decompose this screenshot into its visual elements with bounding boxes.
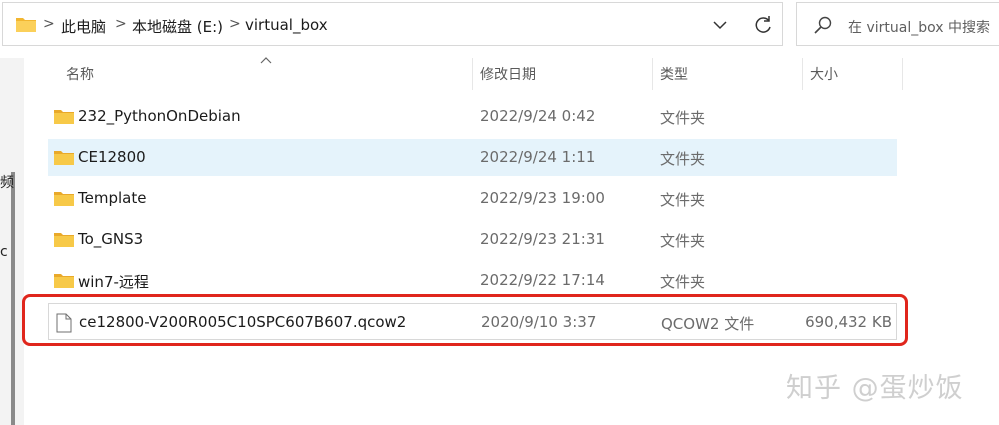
watermark: 知乎 @蛋炒饭 <box>786 373 964 404</box>
file-name: 232_PythonOnDebian <box>78 107 241 125</box>
folder-icon <box>54 151 74 165</box>
sort-ascending-icon <box>260 57 272 64</box>
search-input[interactable]: 在 virtual_box 中搜索 <box>848 17 990 37</box>
file-row[interactable]: To_GNS3 2022/9/23 21:31 文件夹 <box>48 221 897 258</box>
column-header-size[interactable]: 大小 <box>810 64 838 84</box>
folder-icon <box>54 274 74 288</box>
file-date: 2022/9/22 17:14 <box>480 271 605 289</box>
column-divider[interactable] <box>902 58 903 90</box>
folder-icon <box>54 233 74 247</box>
column-header-type[interactable]: 类型 <box>660 64 688 84</box>
column-header-name[interactable]: 名称 <box>66 64 94 84</box>
column-divider[interactable] <box>652 58 653 90</box>
column-header-date[interactable]: 修改日期 <box>480 64 536 84</box>
nav-item-fragment[interactable]: 频 <box>0 172 14 192</box>
breadcrumb-virtual-box[interactable]: virtual_box <box>245 16 328 34</box>
highlight-annotation <box>22 294 908 346</box>
file-date: 2022/9/23 21:31 <box>480 230 605 248</box>
file-row[interactable]: Template 2022/9/23 19:00 文件夹 <box>48 180 897 217</box>
search-box[interactable]: 在 virtual_box 中搜索 <box>796 2 999 46</box>
file-row[interactable]: CE12800 2022/9/24 1:11 文件夹 <box>48 139 897 176</box>
file-name: To_GNS3 <box>78 230 144 248</box>
column-divider[interactable] <box>802 58 803 90</box>
breadcrumb-drive-e[interactable]: 本地磁盘 (E:) <box>132 16 223 37</box>
file-date: 2022/9/23 19:00 <box>480 189 605 207</box>
file-type: 文件夹 <box>660 273 706 291</box>
breadcrumb-separator: > <box>115 16 127 32</box>
folder-icon <box>54 110 74 124</box>
refresh-icon[interactable] <box>751 13 775 37</box>
chevron-down-icon[interactable] <box>709 15 731 35</box>
file-name: CE12800 <box>78 148 146 166</box>
breadcrumb-separator: > <box>229 16 241 32</box>
column-divider[interactable] <box>472 58 473 90</box>
file-date: 2022/9/24 1:11 <box>480 148 596 166</box>
search-icon <box>814 16 832 34</box>
nav-item-fragment[interactable]: c <box>0 244 8 260</box>
address-bar[interactable]: > 此电脑 > 本地磁盘 (E:) > virtual_box <box>2 2 783 46</box>
nav-scrollbar[interactable] <box>11 172 15 425</box>
file-name: Template <box>78 189 147 207</box>
folder-icon <box>54 192 74 206</box>
file-name: win7-远程 <box>78 273 149 291</box>
file-date: 2022/9/24 0:42 <box>480 107 596 125</box>
file-row[interactable]: 232_PythonOnDebian 2022/9/24 0:42 文件夹 <box>48 98 897 135</box>
breadcrumb-separator: > <box>43 16 55 32</box>
file-type: 文件夹 <box>660 191 706 209</box>
file-type: 文件夹 <box>660 109 706 127</box>
file-type: 文件夹 <box>660 150 706 168</box>
folder-icon <box>16 18 36 32</box>
breadcrumb-this-pc[interactable]: 此电脑 <box>61 16 106 37</box>
file-type: 文件夹 <box>660 232 706 250</box>
